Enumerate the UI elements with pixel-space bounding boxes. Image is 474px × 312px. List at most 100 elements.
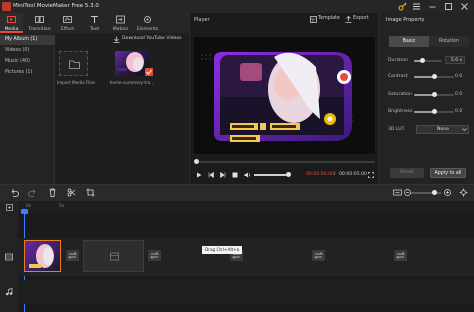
tab-transition[interactable]: Transition xyxy=(28,13,51,33)
brightness-label: Brightness xyxy=(388,109,413,114)
app-title: MiniTool MovieMaker Free 5.3.0 xyxy=(13,3,99,9)
stop-icon[interactable] xyxy=(232,172,238,178)
chevron-down-icon xyxy=(462,128,467,132)
text-icon xyxy=(90,15,99,24)
split-icon[interactable] xyxy=(67,188,76,197)
transition-slot[interactable] xyxy=(148,250,161,261)
current-time: 00:00:00.00 xyxy=(306,172,334,177)
motion-icon xyxy=(116,15,125,24)
tab-effect-label: Effect xyxy=(60,27,75,32)
category-music[interactable]: Music (40) xyxy=(0,57,55,67)
transition-slot[interactable] xyxy=(312,250,325,261)
saturation-handle[interactable] xyxy=(432,92,437,97)
video-preview[interactable] xyxy=(194,37,375,154)
playhead-handle[interactable] xyxy=(21,209,28,214)
volume-handle[interactable] xyxy=(286,172,291,177)
transition-slot[interactable] xyxy=(66,250,79,261)
audio-track xyxy=(18,280,474,304)
download-youtube-link[interactable]: Download YouTube Videos xyxy=(113,36,182,44)
key-icon[interactable] xyxy=(398,2,407,11)
tab-motion[interactable]: Motion xyxy=(109,13,132,33)
add-track-icon[interactable] xyxy=(6,204,13,211)
crop-icon[interactable] xyxy=(86,188,95,197)
transition-icon xyxy=(35,15,44,24)
download-icon xyxy=(113,36,120,43)
playback-progress[interactable] xyxy=(195,161,375,163)
zoom-handle[interactable] xyxy=(432,190,437,195)
lut-label: 3D LUT xyxy=(388,127,405,132)
folder-icon xyxy=(69,59,80,69)
property-title: Image Property xyxy=(386,17,425,23)
media-thumbnail-label: home-summary-tra... xyxy=(109,80,155,85)
time-ruler[interactable] xyxy=(18,201,474,214)
tab-elements[interactable]: Elements xyxy=(136,13,159,33)
empty-clip-slot[interactable] xyxy=(83,240,144,272)
lut-value: None xyxy=(437,127,449,132)
elements-icon xyxy=(143,15,152,24)
brightness-value: 0.0 xyxy=(455,109,463,114)
drag-tooltip: Drag Ctrl+Alt+a xyxy=(202,246,243,254)
fullscreen-icon[interactable] xyxy=(368,172,374,178)
brightness-handle[interactable] xyxy=(432,109,437,114)
tab-rotation[interactable]: Rotation xyxy=(429,36,469,47)
tab-motion-label: Motion xyxy=(112,27,129,32)
media-icon xyxy=(7,15,16,24)
duration-handle[interactable] xyxy=(420,58,425,63)
import-media-tile[interactable] xyxy=(59,51,88,76)
reset-button[interactable]: Reset xyxy=(390,168,424,178)
template-label: Template xyxy=(318,16,340,21)
previous-frame-icon[interactable] xyxy=(208,172,214,178)
export-icon xyxy=(345,16,352,23)
minimize-icon[interactable] xyxy=(428,2,437,11)
progress-handle[interactable] xyxy=(194,159,199,164)
export-label: Export xyxy=(353,16,369,21)
category-my-album[interactable]: My Album (1) xyxy=(0,35,55,45)
volume-slider[interactable] xyxy=(254,174,290,176)
tab-media[interactable]: Media xyxy=(0,13,23,33)
timeline-clip[interactable] xyxy=(24,240,61,272)
contrast-handle[interactable] xyxy=(432,74,437,79)
tab-text-label: Text xyxy=(89,27,100,32)
time-separator: / xyxy=(334,172,336,177)
preview-frame xyxy=(201,52,353,142)
transition-swap-icon xyxy=(396,252,405,259)
duration-slider[interactable] xyxy=(414,60,442,62)
maximize-icon[interactable] xyxy=(444,2,453,11)
tab-text[interactable]: Text xyxy=(83,13,106,33)
tab-effect[interactable]: Effect xyxy=(56,13,79,33)
duration-label: Duration xyxy=(388,58,408,63)
saturation-value: 0.0 xyxy=(455,92,463,97)
category-videos[interactable]: Videos (0) xyxy=(0,46,55,56)
added-check-icon xyxy=(145,68,153,76)
tab-basic[interactable]: Basic xyxy=(389,36,429,47)
category-pictures[interactable]: Pictures (1) xyxy=(0,68,55,78)
settings-icon[interactable] xyxy=(459,188,468,197)
play-icon[interactable] xyxy=(196,172,202,178)
total-time: 00:00:05.00 xyxy=(339,172,367,177)
download-youtube-label: Download YouTube Videos xyxy=(122,36,182,41)
zoom-in-icon[interactable] xyxy=(443,188,452,197)
next-frame-icon[interactable] xyxy=(220,172,226,178)
import-media-label: Import Media Files xyxy=(56,80,96,85)
player-label: Player xyxy=(194,17,210,23)
lut-select[interactable]: None xyxy=(416,125,469,134)
tab-transition-label: Transition xyxy=(28,27,51,32)
transition-slot[interactable] xyxy=(394,250,407,261)
transition-swap-icon xyxy=(314,252,323,259)
music-icon xyxy=(5,288,13,296)
menu-icon[interactable] xyxy=(412,2,421,11)
volume-icon[interactable] xyxy=(244,172,251,178)
close-icon[interactable] xyxy=(460,2,469,11)
undo-icon[interactable] xyxy=(10,188,19,197)
clip-thumbnail xyxy=(29,244,54,268)
template-button[interactable]: Template xyxy=(310,16,340,24)
tick-label-1: 5s xyxy=(59,204,65,209)
duration-input[interactable]: 5.0 s xyxy=(445,56,465,64)
redo-icon[interactable] xyxy=(28,188,37,197)
apply-to-all-button[interactable]: Apply to all xyxy=(430,168,466,178)
export-button[interactable]: Export xyxy=(345,16,369,24)
delete-icon[interactable] xyxy=(48,188,57,197)
app-logo xyxy=(2,2,11,11)
transition-swap-icon xyxy=(150,252,159,259)
zoom-fit-icon[interactable] xyxy=(393,188,402,197)
